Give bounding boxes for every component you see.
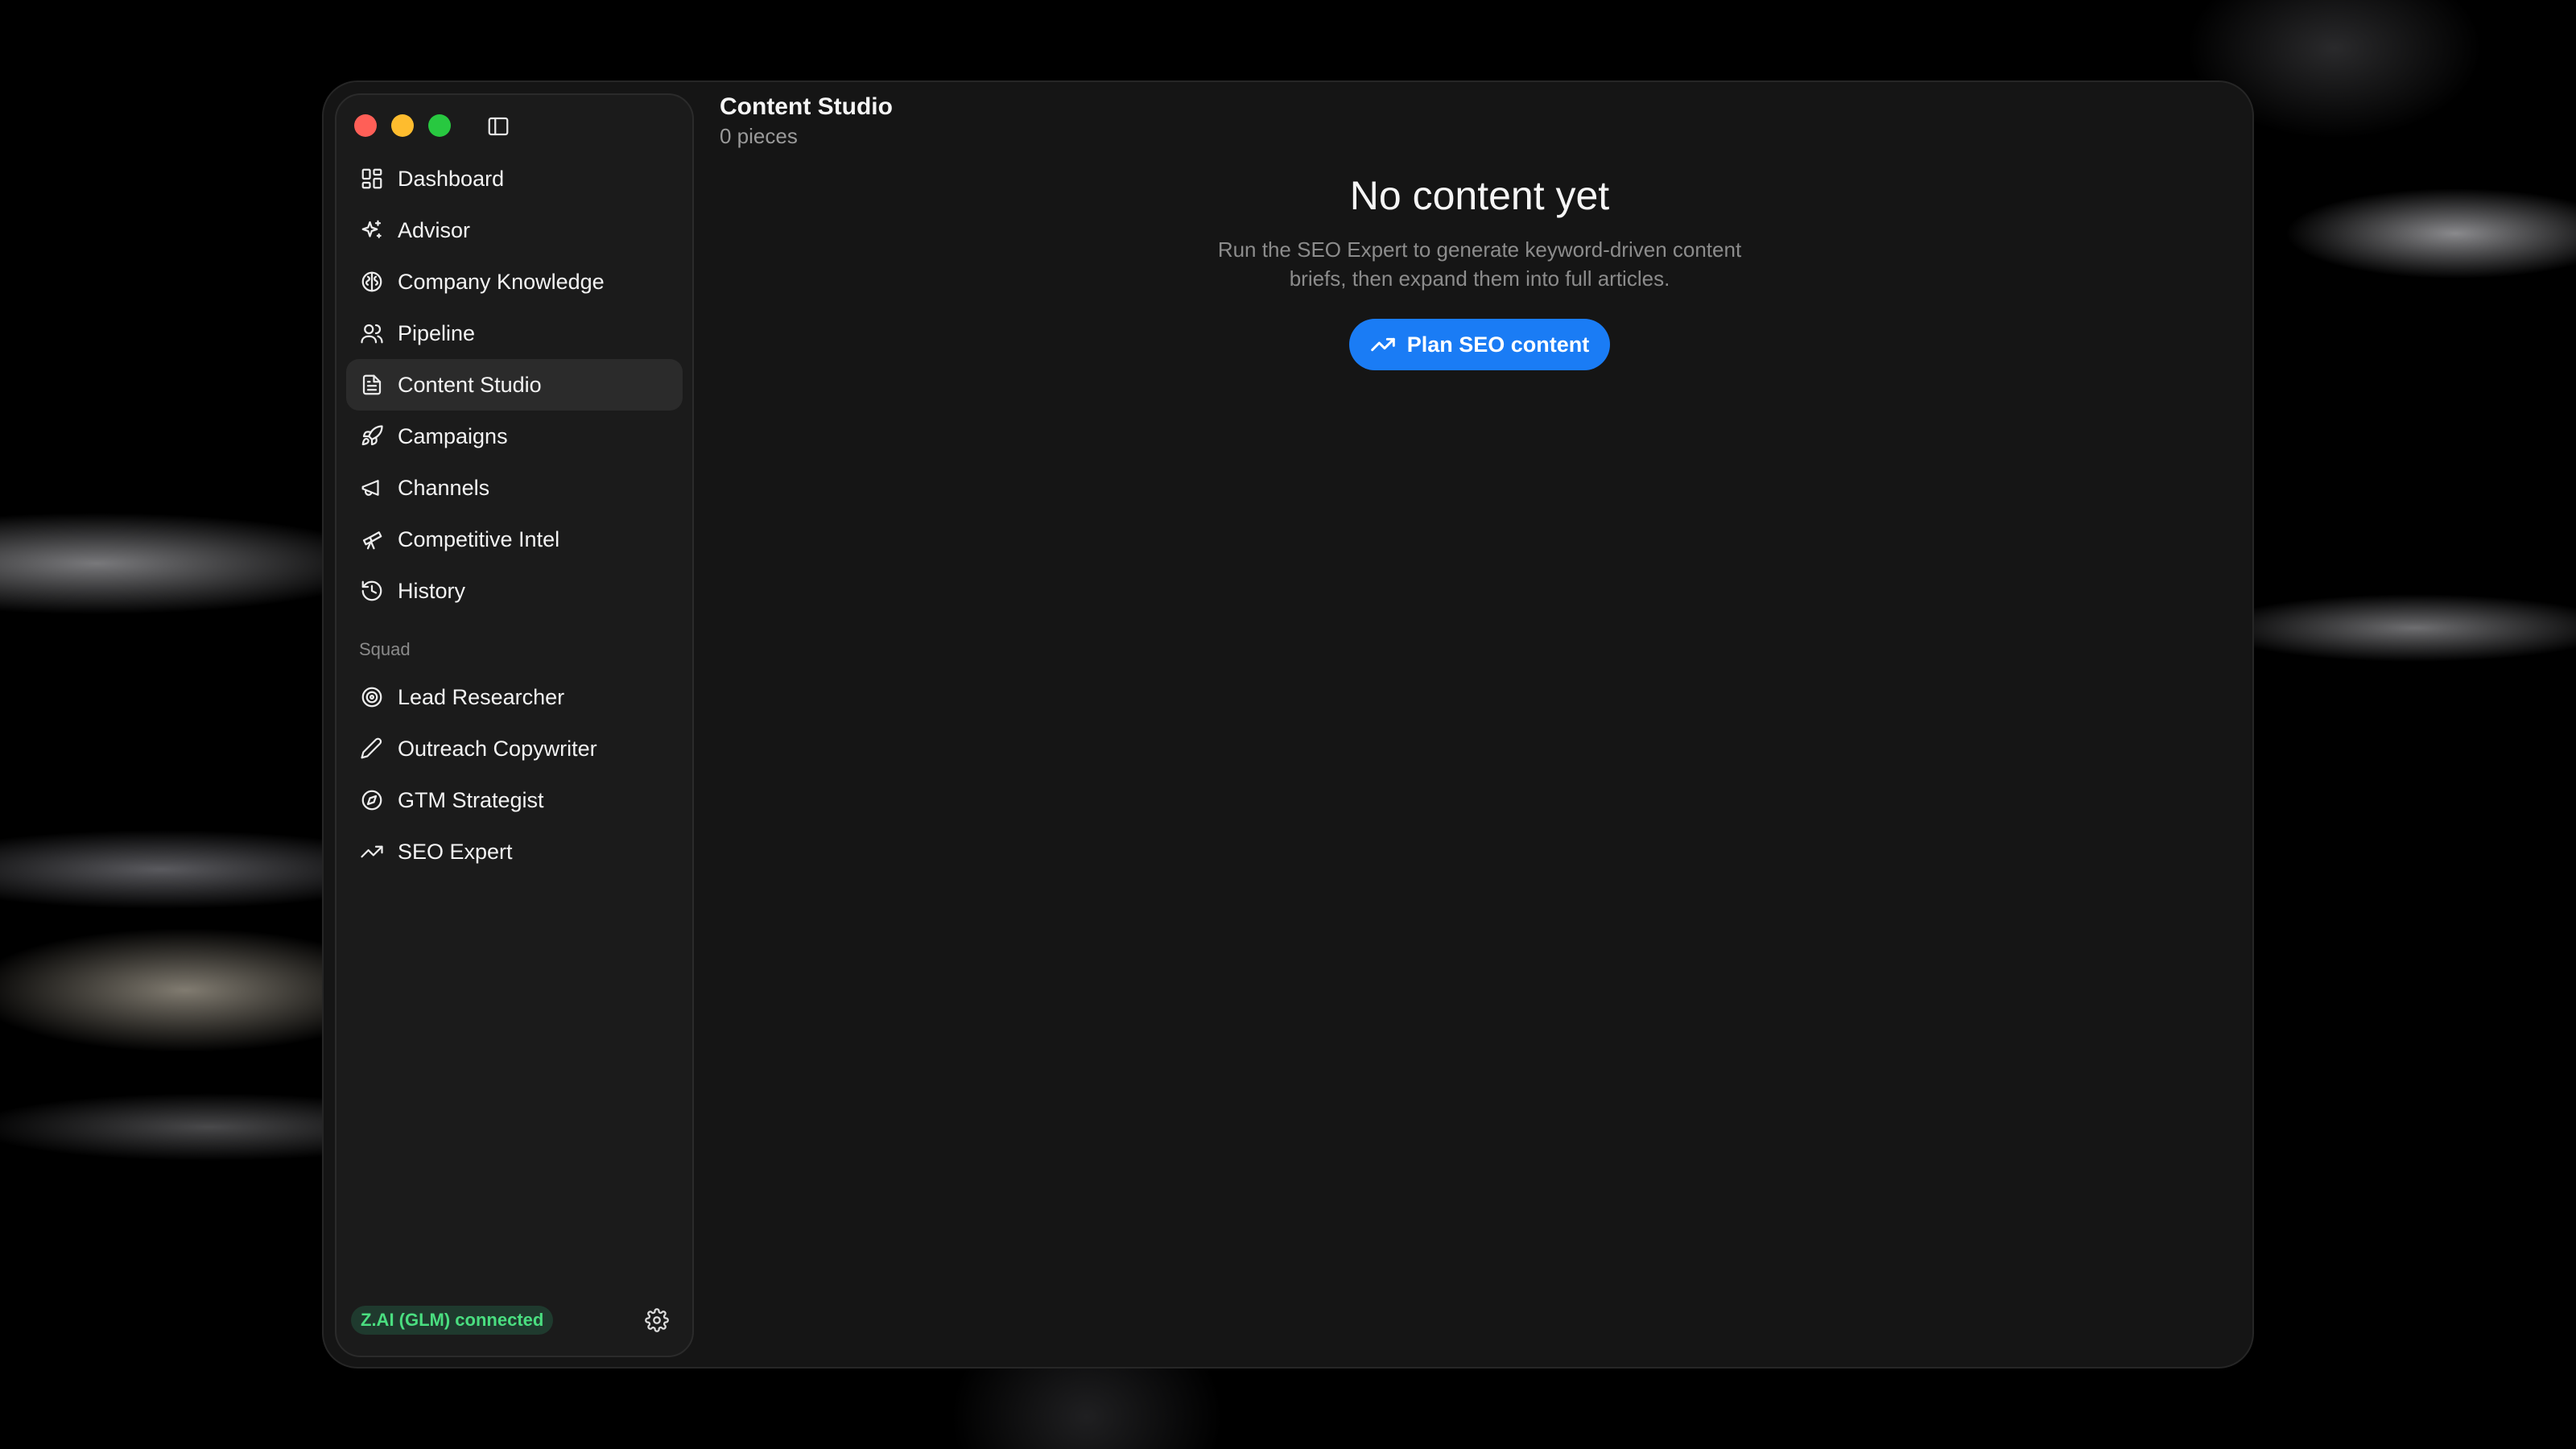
close-window-button[interactable] (354, 114, 377, 137)
sidebar-item-company-knowledge[interactable]: Company Knowledge (346, 256, 683, 308)
trending-up-icon (359, 839, 385, 865)
sidebar-item-campaigns[interactable]: Campaigns (346, 411, 683, 462)
brain-icon (359, 269, 385, 295)
sidebar-item-label: Channels (398, 475, 490, 500)
sidebar-item-label: History (398, 578, 466, 603)
sidebar-item-advisor[interactable]: Advisor (346, 204, 683, 256)
trending-up-icon (1370, 337, 1395, 352)
sidebar-item-label: Company Knowledge (398, 269, 605, 294)
sidebar-item-label: GTM Strategist (398, 787, 544, 812)
telescope-icon (359, 526, 385, 552)
app-window: Dashboard Advisor Company Knowledge Pipe… (322, 80, 2254, 1368)
history-icon (359, 578, 385, 604)
sidebar-item-label: Pipeline (398, 320, 476, 345)
sidebar: Dashboard Advisor Company Knowledge Pipe… (335, 93, 694, 1357)
document-icon (359, 372, 385, 398)
sidebar-item-dashboard[interactable]: Dashboard (346, 153, 683, 204)
sparkles-icon (359, 217, 385, 243)
compass-icon (359, 787, 385, 813)
sidebar-toggle-button[interactable] (485, 113, 512, 140)
sidebar-item-seo-expert[interactable]: SEO Expert (346, 826, 683, 877)
gear-icon (645, 1308, 669, 1332)
rocket-icon (359, 423, 385, 449)
sidebar-toggle-icon (488, 117, 509, 136)
users-icon (359, 320, 385, 346)
megaphone-icon (359, 475, 385, 501)
sidebar-item-label: Content Studio (398, 372, 542, 397)
target-icon (359, 684, 385, 710)
sidebar-nav: Dashboard Advisor Company Knowledge Pipe… (346, 153, 683, 877)
sidebar-item-label: SEO Expert (398, 839, 513, 864)
sidebar-item-label: Outreach Copywriter (398, 736, 597, 761)
sidebar-item-label: Lead Researcher (398, 684, 565, 709)
sidebar-item-label: Competitive Intel (398, 526, 560, 551)
empty-state-description: Run the SEO Expert to generate keyword-d… (1217, 237, 1742, 291)
sidebar-item-history[interactable]: History (346, 565, 683, 617)
pen-icon (359, 736, 385, 762)
sidebar-item-competitive-intel[interactable]: Competitive Intel (346, 514, 683, 565)
sidebar-item-label: Dashboard (398, 166, 505, 191)
squad-section-title: Squad (359, 639, 411, 659)
plan-seo-content-button[interactable]: Plan SEO content (1348, 319, 1611, 370)
empty-state: No content yet Run the SEO Expert to gen… (707, 172, 2252, 370)
sidebar-item-content-studio[interactable]: Content Studio (346, 359, 683, 411)
sidebar-item-label: Advisor (398, 217, 471, 242)
connection-status-badge: Z.AI (GLM) connected (351, 1306, 554, 1335)
sidebar-item-lead-researcher[interactable]: Lead Researcher (346, 671, 683, 723)
settings-button[interactable] (641, 1304, 673, 1336)
sidebar-item-label: Campaigns (398, 423, 508, 448)
sidebar-item-outreach-copywriter[interactable]: Outreach Copywriter (346, 723, 683, 774)
maximize-window-button[interactable] (428, 114, 451, 137)
sidebar-item-pipeline[interactable]: Pipeline (346, 308, 683, 359)
window-controls (354, 114, 451, 137)
main-content: Content Studio 0 pieces No content yet R… (707, 82, 2252, 1367)
sidebar-item-channels[interactable]: Channels (346, 462, 683, 514)
plan-seo-content-label: Plan SEO content (1406, 332, 1590, 357)
minimize-window-button[interactable] (391, 114, 414, 137)
page-title: Content Studio (720, 93, 893, 120)
content-count: 0 pieces (720, 124, 798, 148)
dashboard-icon (359, 166, 385, 192)
sidebar-item-gtm-strategist[interactable]: GTM Strategist (346, 774, 683, 826)
empty-state-title: No content yet (1349, 173, 1610, 218)
